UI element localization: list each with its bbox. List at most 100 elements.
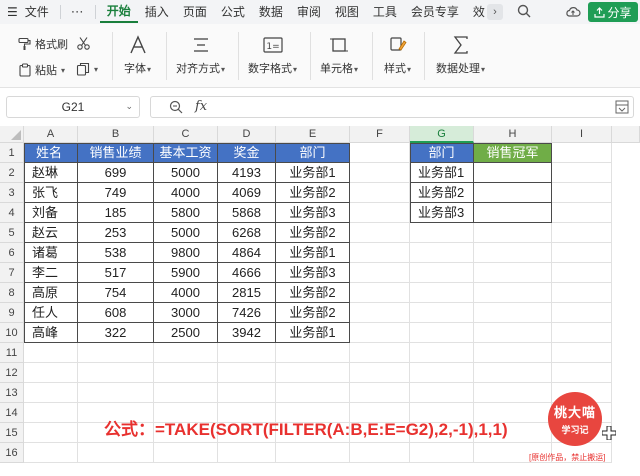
table1-cell[interactable]: 业务部2 bbox=[276, 283, 350, 303]
table1-cell[interactable]: 诸葛 bbox=[24, 243, 78, 263]
table1-cell[interactable]: 5868 bbox=[218, 203, 276, 223]
menu-file[interactable]: 文件 bbox=[25, 0, 56, 24]
grid-cell[interactable] bbox=[350, 323, 410, 343]
table1-cell[interactable]: 5800 bbox=[154, 203, 218, 223]
tab-home[interactable]: 开始 bbox=[99, 1, 138, 23]
grid-cell[interactable] bbox=[24, 363, 78, 383]
table1-cell[interactable]: 任人 bbox=[24, 303, 78, 323]
column-header-h[interactable]: H bbox=[474, 126, 552, 143]
grid-cell[interactable] bbox=[350, 263, 410, 283]
table1-cell[interactable]: 608 bbox=[78, 303, 154, 323]
grid-cell[interactable] bbox=[78, 343, 154, 363]
grid-cell[interactable] bbox=[410, 343, 474, 363]
column-header-c[interactable]: C bbox=[154, 126, 218, 143]
row-header-4[interactable]: 4 bbox=[0, 203, 24, 223]
grid-cell[interactable] bbox=[218, 443, 276, 463]
more-menu-icon[interactable]: ⋯ bbox=[65, 4, 91, 20]
row-header-10[interactable]: 10 bbox=[0, 323, 24, 343]
grid-cell[interactable] bbox=[24, 343, 78, 363]
row-header-16[interactable]: 16 bbox=[0, 443, 24, 463]
grid-cell[interactable] bbox=[218, 383, 276, 403]
table1-cell[interactable]: 赵云 bbox=[24, 223, 78, 243]
table1-cell[interactable]: 李二 bbox=[24, 263, 78, 283]
table1-cell[interactable]: 高峰 bbox=[24, 323, 78, 343]
table1-cell[interactable]: 7426 bbox=[218, 303, 276, 323]
row-header-12[interactable]: 12 bbox=[0, 363, 24, 383]
select-all-corner[interactable] bbox=[0, 126, 24, 143]
grid-cell[interactable] bbox=[410, 283, 474, 303]
table1-cell[interactable]: 9800 bbox=[154, 243, 218, 263]
font-group-button[interactable]: 字体▾ bbox=[124, 34, 151, 76]
grid-cell[interactable] bbox=[276, 443, 350, 463]
grid-cell[interactable] bbox=[350, 223, 410, 243]
grid-cell[interactable] bbox=[552, 243, 612, 263]
grid-cell[interactable] bbox=[78, 383, 154, 403]
grid-cell[interactable] bbox=[474, 303, 552, 323]
grid-cell[interactable] bbox=[552, 263, 612, 283]
column-header-e[interactable]: E bbox=[276, 126, 350, 143]
grid-cell[interactable] bbox=[154, 363, 218, 383]
search-icon[interactable] bbox=[517, 4, 531, 21]
tab-data[interactable]: 数据 bbox=[252, 0, 290, 24]
grid-cell[interactable] bbox=[218, 363, 276, 383]
row-header-1[interactable]: 1 bbox=[0, 143, 24, 163]
chevron-down-icon[interactable]: ⌄ bbox=[125, 101, 133, 112]
table1-cell[interactable]: 3000 bbox=[154, 303, 218, 323]
table1-cell[interactable]: 5000 bbox=[154, 223, 218, 243]
grid-cell[interactable] bbox=[350, 183, 410, 203]
share-button[interactable]: 分享 bbox=[588, 2, 638, 22]
tab-insert[interactable]: 插入 bbox=[138, 0, 176, 24]
table1-cell[interactable]: 刘备 bbox=[24, 203, 78, 223]
table1-cell[interactable]: 5000 bbox=[154, 163, 218, 183]
column-header-d[interactable]: D bbox=[218, 126, 276, 143]
table1-cell[interactable]: 538 bbox=[78, 243, 154, 263]
table1-header-cell[interactable]: 销售业绩 bbox=[78, 143, 154, 163]
grid-cell[interactable] bbox=[474, 343, 552, 363]
cell-group-button[interactable]: 单元格▾ bbox=[320, 34, 358, 76]
table1-cell[interactable]: 749 bbox=[78, 183, 154, 203]
table1-cell[interactable]: 高原 bbox=[24, 283, 78, 303]
table1-cell[interactable]: 业务部2 bbox=[276, 223, 350, 243]
table1-cell[interactable]: 4000 bbox=[154, 183, 218, 203]
table2-cell[interactable] bbox=[474, 183, 552, 203]
grid-cell[interactable] bbox=[474, 283, 552, 303]
grid-cell[interactable] bbox=[350, 343, 410, 363]
row-header-14[interactable]: 14 bbox=[0, 403, 24, 423]
grid-cell[interactable] bbox=[552, 183, 612, 203]
number-format-group-button[interactable]: 1= 数字格式▾ bbox=[248, 34, 297, 76]
insert-function-icon[interactable]: fx bbox=[195, 99, 207, 114]
table1-cell[interactable]: 5900 bbox=[154, 263, 218, 283]
table1-cell[interactable]: 业务部2 bbox=[276, 303, 350, 323]
grid-cell[interactable] bbox=[350, 383, 410, 403]
tab-member[interactable]: 会员专享 bbox=[404, 0, 466, 24]
row-header-6[interactable]: 6 bbox=[0, 243, 24, 263]
tab-formula[interactable]: 公式 bbox=[214, 0, 252, 24]
table1-header-cell[interactable]: 奖金 bbox=[218, 143, 276, 163]
table1-cell[interactable]: 业务部2 bbox=[276, 183, 350, 203]
name-box[interactable]: G21 ⌄ bbox=[6, 96, 140, 118]
table2-header-cell[interactable]: 部门 bbox=[410, 143, 474, 163]
grid-cell[interactable] bbox=[350, 363, 410, 383]
table2-header-cell[interactable]: 销售冠军 bbox=[474, 143, 552, 163]
table1-cell[interactable]: 322 bbox=[78, 323, 154, 343]
table1-cell[interactable]: 业务部3 bbox=[276, 203, 350, 223]
table1-cell[interactable]: 赵琳 bbox=[24, 163, 78, 183]
row-header-13[interactable]: 13 bbox=[0, 383, 24, 403]
grid-cell[interactable] bbox=[350, 143, 410, 163]
table1-header-cell[interactable]: 姓名 bbox=[24, 143, 78, 163]
grid-cell[interactable] bbox=[552, 363, 612, 383]
grid-cell[interactable] bbox=[24, 443, 78, 463]
table1-cell[interactable]: 6268 bbox=[218, 223, 276, 243]
column-header-f[interactable]: F bbox=[350, 126, 410, 143]
grid-cell[interactable] bbox=[154, 383, 218, 403]
grid-cell[interactable] bbox=[410, 303, 474, 323]
table1-cell[interactable]: 业务部1 bbox=[276, 163, 350, 183]
row-header-15[interactable]: 15 bbox=[0, 423, 24, 443]
alignment-group-button[interactable]: 对齐方式▾ bbox=[176, 34, 225, 76]
tab-page[interactable]: 页面 bbox=[176, 0, 214, 24]
grid-cell[interactable] bbox=[552, 143, 612, 163]
tab-view[interactable]: 视图 bbox=[328, 0, 366, 24]
table1-cell[interactable]: 3942 bbox=[218, 323, 276, 343]
grid-cell[interactable] bbox=[410, 243, 474, 263]
row-header-11[interactable]: 11 bbox=[0, 343, 24, 363]
